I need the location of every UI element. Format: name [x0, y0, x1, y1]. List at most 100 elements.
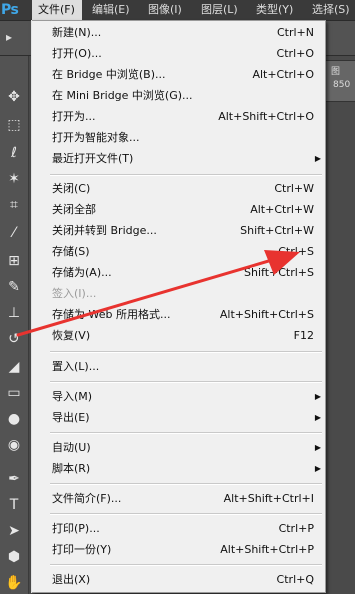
menu-item-shortcut: Alt+Shift+Ctrl+P — [220, 543, 314, 556]
menu-edit[interactable]: 编辑(E) — [86, 0, 140, 20]
gradient-tool-icon[interactable]: ▭ — [2, 382, 26, 404]
menu-item-shortcut: Ctrl+S — [278, 245, 314, 258]
menu-item-label: 自动(U) — [52, 441, 91, 454]
history-brush-icon[interactable]: ↺ — [2, 328, 26, 350]
menu-item-shortcut: Ctrl+Q — [276, 573, 314, 586]
eyedropper-icon[interactable]: ⁄ — [2, 222, 26, 244]
document-tab-value: 850 — [333, 80, 351, 90]
document-tab-label: 图 — [331, 67, 341, 77]
eraser-tool-icon[interactable]: ◢ — [2, 356, 26, 378]
menu-separator — [50, 351, 322, 353]
shape-tool-icon[interactable]: ⬢ — [2, 546, 26, 568]
menu-item-shortcut: Alt+Shift+Ctrl+O — [218, 110, 314, 123]
menu-item-open-smart-object[interactable]: 打开为智能对象... — [32, 127, 325, 148]
menu-item-label: 最近打开文件(T) — [52, 152, 134, 165]
menu-separator — [50, 513, 322, 515]
menu-file[interactable]: 文件(F) — [32, 0, 82, 20]
menu-item-shortcut: Alt+Shift+Ctrl+I — [223, 492, 314, 505]
menu-item-browse-mini-bridge[interactable]: 在 Mini Bridge 中浏览(G)... — [32, 85, 325, 106]
pen-tool-icon[interactable]: ✒ — [2, 468, 26, 490]
menu-item-scripts[interactable]: 脚本(R) ▶ — [32, 458, 325, 479]
submenu-arrow-icon: ▶ — [314, 392, 321, 401]
menu-item-file-info[interactable]: 文件简介(F)... Alt+Shift+Ctrl+I — [32, 488, 325, 509]
menu-item-label: 存储(S) — [52, 245, 90, 258]
menu-item-check-in: 签入(I)... — [32, 283, 325, 304]
menu-item-label: 在 Mini Bridge 中浏览(G)... — [52, 89, 193, 102]
menu-item-open-as[interactable]: 打开为... Alt+Shift+Ctrl+O — [32, 106, 325, 127]
menu-item-open[interactable]: 打开(O)... Ctrl+O — [32, 43, 325, 64]
menu-item-shortcut: Shift+Ctrl+W — [240, 224, 314, 237]
menu-item-label: 退出(X) — [52, 573, 91, 586]
menu-separator — [50, 174, 322, 176]
menu-item-label: 置入(L)... — [52, 360, 100, 373]
menu-item-save[interactable]: 存储(S) Ctrl+S — [32, 241, 325, 262]
menu-item-shortcut: Ctrl+P — [278, 522, 314, 535]
menu-item-label: 关闭并转到 Bridge... — [52, 224, 157, 237]
menu-item-label: 打印(P)... — [52, 522, 100, 535]
clone-stamp-icon[interactable]: ⊥ — [2, 302, 26, 324]
crop-tool-icon[interactable]: ⌗ — [2, 194, 26, 216]
menu-item-label: 导出(E) — [52, 411, 90, 424]
menu-item-label: 打开(O)... — [52, 47, 102, 60]
menu-type[interactable]: 类型(Y) — [250, 0, 304, 20]
menu-item-close-go-bridge[interactable]: 关闭并转到 Bridge... Shift+Ctrl+W — [32, 220, 325, 241]
menu-item-label: 文件简介(F)... — [52, 492, 122, 505]
path-selection-icon[interactable]: ➤ — [2, 520, 26, 542]
magic-wand-icon[interactable]: ✶ — [2, 168, 26, 190]
menu-item-label: 关闭全部 — [52, 203, 96, 216]
menu-item-shortcut: Shift+Ctrl+S — [244, 266, 314, 279]
menu-item-place[interactable]: 置入(L)... — [32, 356, 325, 377]
menu-image[interactable]: 图像(I) — [142, 0, 192, 20]
menu-item-import[interactable]: 导入(M) ▶ — [32, 386, 325, 407]
menu-item-label: 打开为智能对象... — [52, 131, 140, 144]
menu-item-save-for-web[interactable]: 存储为 Web 所用格式... Alt+Shift+Ctrl+S — [32, 304, 325, 325]
hand-tool-icon[interactable]: ✋ — [2, 572, 26, 594]
menu-item-label: 恢复(V) — [52, 329, 91, 342]
menu-item-print-one-copy[interactable]: 打印一份(Y) Alt+Shift+Ctrl+P — [32, 539, 325, 560]
menu-item-shortcut: Alt+Shift+Ctrl+S — [219, 308, 314, 321]
menu-item-label: 新建(N)... — [52, 26, 102, 39]
menu-separator — [50, 483, 322, 485]
menu-item-print[interactable]: 打印(P)... Ctrl+P — [32, 518, 325, 539]
menu-item-shortcut: Ctrl+O — [276, 47, 314, 60]
blur-tool-icon[interactable]: ● — [2, 408, 26, 430]
menu-item-save-as[interactable]: 存储为(A)... Shift+Ctrl+S — [32, 262, 325, 283]
menu-item-close[interactable]: 关闭(C) Ctrl+W — [32, 178, 325, 199]
photoshop-logo: Ps — [1, 2, 19, 18]
menu-item-browse-bridge[interactable]: 在 Bridge 中浏览(B)... Alt+Ctrl+O — [32, 64, 325, 85]
menu-item-label: 签入(I)... — [52, 287, 97, 300]
move-tool-preset-icon[interactable]: ▸ — [6, 30, 18, 46]
menu-item-shortcut: Ctrl+W — [274, 182, 314, 195]
menu-layer[interactable]: 图层(L) — [195, 0, 245, 20]
move-tool-icon[interactable]: ✥ — [2, 86, 26, 108]
menu-item-label: 关闭(C) — [52, 182, 91, 195]
submenu-arrow-icon: ▶ — [314, 413, 321, 422]
file-menu-dropdown: 新建(N)... Ctrl+N 打开(O)... Ctrl+O 在 Bridge… — [31, 20, 326, 593]
menu-separator — [50, 432, 322, 434]
brush-tool-icon[interactable]: ✎ — [2, 276, 26, 298]
marquee-tool-icon[interactable]: ⬚ — [2, 114, 26, 136]
menu-item-shortcut: Ctrl+N — [276, 26, 314, 39]
healing-brush-icon[interactable]: ⊞ — [2, 250, 26, 272]
menu-item-export[interactable]: 导出(E) ▶ — [32, 407, 325, 428]
menu-item-shortcut: Alt+Ctrl+W — [250, 203, 314, 216]
lasso-tool-icon[interactable]: ℓ — [2, 142, 26, 164]
menu-item-new[interactable]: 新建(N)... Ctrl+N — [32, 22, 325, 43]
menu-item-revert[interactable]: 恢复(V) F12 — [32, 325, 325, 346]
submenu-arrow-icon: ▶ — [314, 464, 321, 473]
menu-bar: Ps 文件(F) 编辑(E) 图像(I) 图层(L) 类型(Y) 选择(S) — [0, 0, 355, 21]
menu-item-label: 在 Bridge 中浏览(B)... — [52, 68, 166, 81]
dodge-tool-icon[interactable]: ◉ — [2, 434, 26, 456]
menu-item-shortcut: F12 — [293, 329, 314, 342]
menu-icon-gutter — [31, 20, 32, 593]
toolbox: ✥ ⬚ ℓ ✶ ⌗ ⁄ ⊞ ✎ ⊥ ↺ ◢ ▭ ● ◉ ✒ T ➤ ⬢ ✋ — [0, 56, 29, 594]
menu-item-close-all[interactable]: 关闭全部 Alt+Ctrl+W — [32, 199, 325, 220]
menu-item-shortcut: Alt+Ctrl+O — [252, 68, 314, 81]
menu-select[interactable]: 选择(S) — [306, 0, 355, 20]
menu-item-exit[interactable]: 退出(X) Ctrl+Q — [32, 569, 325, 590]
menu-item-label: 存储为(A)... — [52, 266, 112, 279]
menu-item-recent-files[interactable]: 最近打开文件(T) ▶ — [32, 148, 325, 169]
menu-item-automate[interactable]: 自动(U) ▶ — [32, 437, 325, 458]
type-tool-icon[interactable]: T — [2, 494, 26, 516]
menu-item-label: 打印一份(Y) — [52, 543, 112, 556]
